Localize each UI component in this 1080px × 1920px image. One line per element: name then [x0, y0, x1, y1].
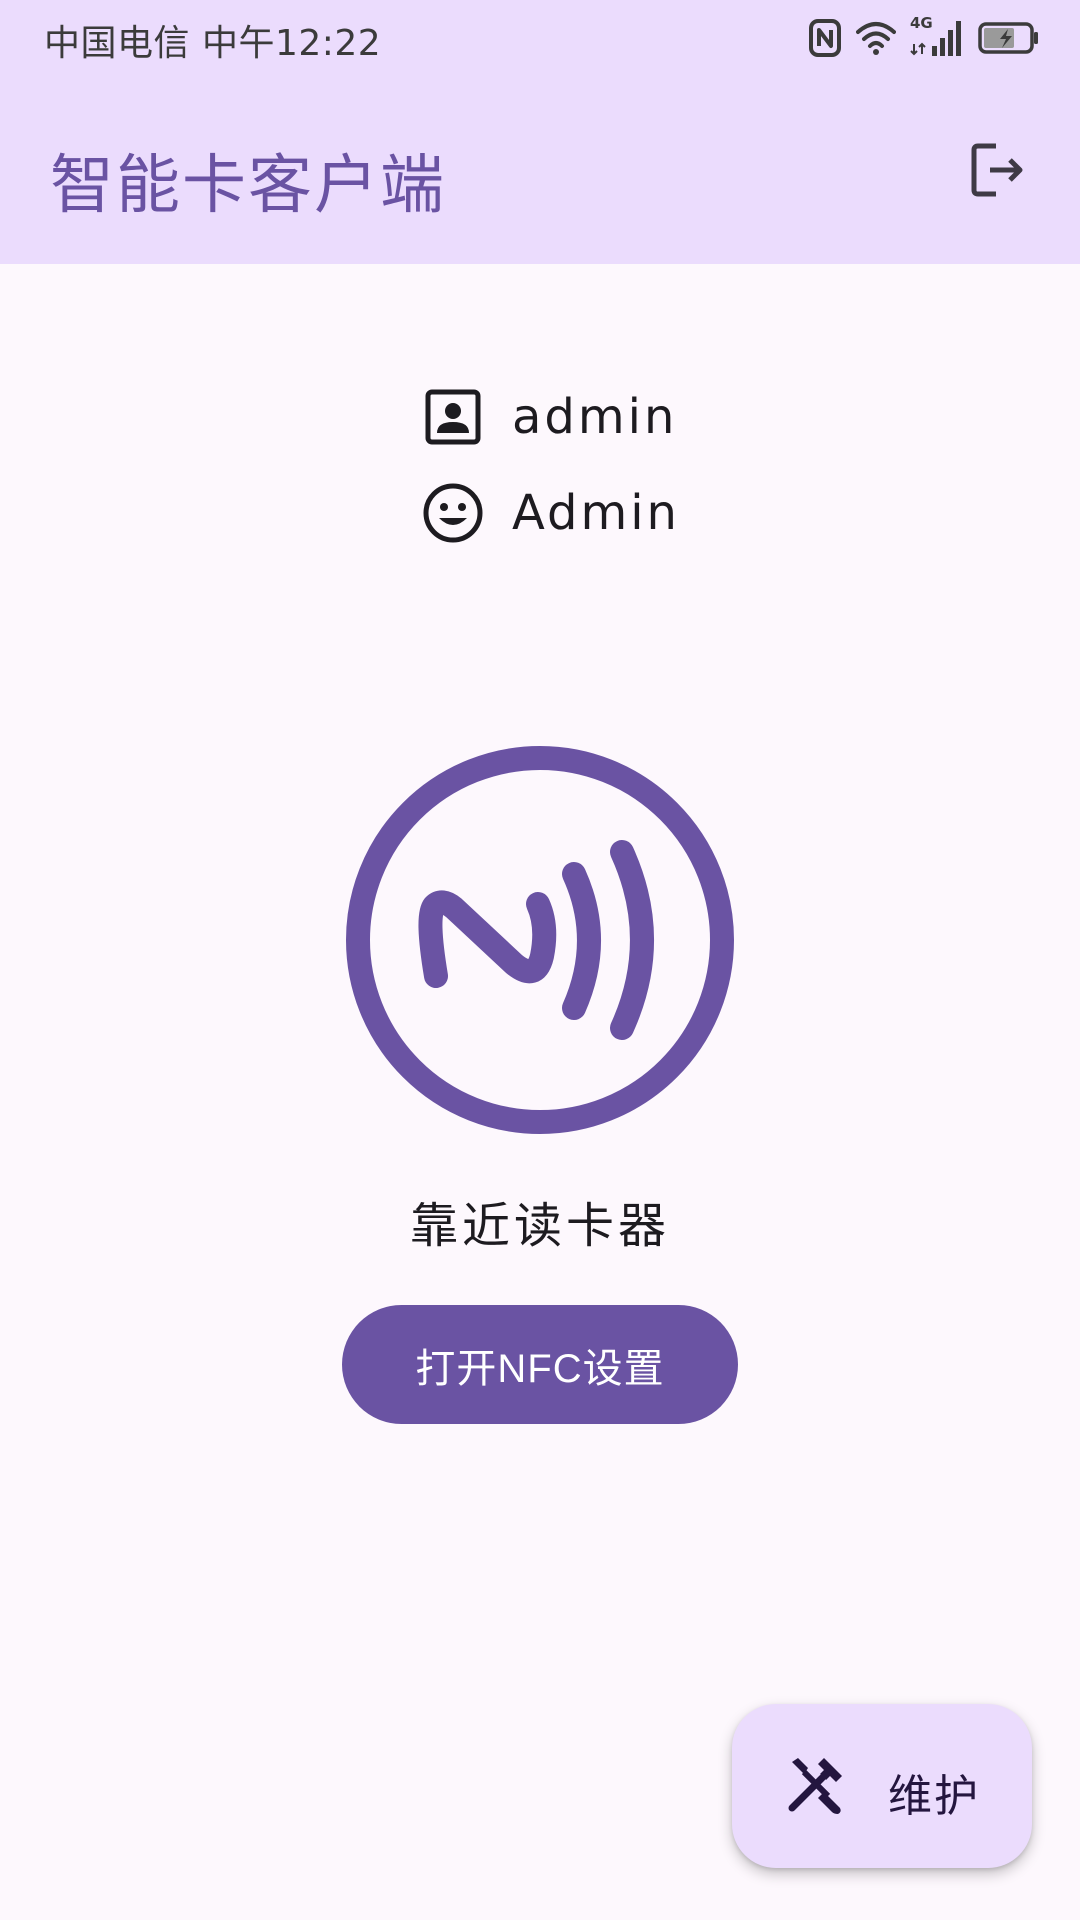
nfc-icon	[346, 746, 734, 1134]
maintenance-label: 维护	[888, 1771, 980, 1822]
status-icons: 4G	[808, 14, 1040, 60]
battery-charging-icon	[978, 22, 1038, 54]
status-bar: 中国电信 中午12:22 4G	[0, 0, 1080, 76]
status-carrier-time: 中国电信 中午12:22	[44, 23, 382, 64]
logout-button[interactable]	[962, 134, 1034, 206]
tools-icon	[788, 1758, 842, 1814]
role-row: Admin	[418, 478, 680, 548]
logout-icon	[971, 143, 1023, 197]
maintenance-fab[interactable]: 维护	[732, 1704, 1032, 1868]
role-text: Admin	[512, 485, 680, 541]
app-bar: 智能卡客户端	[0, 96, 1080, 246]
app-title: 智能卡客户端	[50, 149, 446, 223]
screen: 中国电信 中午12:22 4G 智能卡客户端 admin Admin 靠近读卡器…	[0, 0, 1080, 1920]
top-bar: 中国电信 中午12:22 4G 智能卡客户端	[0, 0, 1080, 264]
wifi-icon	[856, 22, 896, 55]
username-row: admin	[418, 382, 677, 452]
cellular-signal-icon: 4G	[910, 14, 964, 58]
nfc-status-icon	[809, 19, 841, 57]
smiley-face-icon	[418, 478, 488, 548]
account-box-icon	[418, 382, 488, 452]
username-text: admin	[512, 389, 678, 445]
hint-text: 靠近读卡器	[409, 1198, 670, 1254]
open-nfc-settings-button[interactable]: 打开NFC设置	[342, 1305, 738, 1424]
